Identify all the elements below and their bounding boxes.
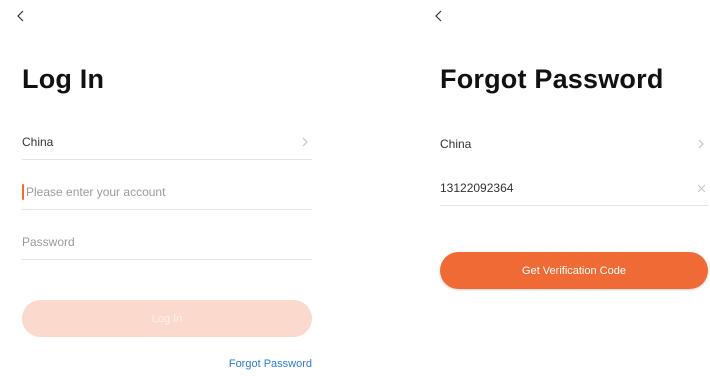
back-button[interactable] xyxy=(430,6,446,26)
region-value: China xyxy=(22,135,54,149)
chevron-right-icon xyxy=(298,135,312,149)
page-title: Log In xyxy=(22,64,105,94)
region-value: China xyxy=(440,137,472,151)
divider xyxy=(22,159,312,160)
divider xyxy=(440,205,708,206)
phone-value: 13122092364 xyxy=(440,181,514,195)
divider xyxy=(22,209,312,210)
region-selector[interactable]: China xyxy=(440,126,708,162)
text-cursor xyxy=(22,184,24,200)
account-input[interactable]: Please enter your account xyxy=(22,174,312,210)
login-screen: Log In China Please enter your account P… xyxy=(17,0,312,376)
chevron-right-icon xyxy=(694,137,708,151)
password-placeholder: Password xyxy=(22,235,75,249)
phone-input[interactable]: 13122092364 xyxy=(440,170,708,206)
region-selector[interactable]: China xyxy=(22,124,312,160)
login-button[interactable]: Log In xyxy=(22,300,312,337)
forgot-password-screen: Forgot Password China 13122092364 Get Ve… xyxy=(435,0,708,376)
get-verification-code-button[interactable]: Get Verification Code xyxy=(440,252,708,289)
account-placeholder: Please enter your account xyxy=(26,185,166,199)
back-arrow-icon xyxy=(17,10,24,22)
back-arrow-icon xyxy=(435,10,442,22)
forgot-password-link[interactable]: Forgot Password xyxy=(229,358,312,370)
page-title: Forgot Password xyxy=(440,64,664,94)
password-input[interactable]: Password xyxy=(22,224,312,260)
back-button[interactable] xyxy=(12,6,28,26)
divider xyxy=(22,259,312,260)
clear-x-icon[interactable] xyxy=(694,181,708,195)
